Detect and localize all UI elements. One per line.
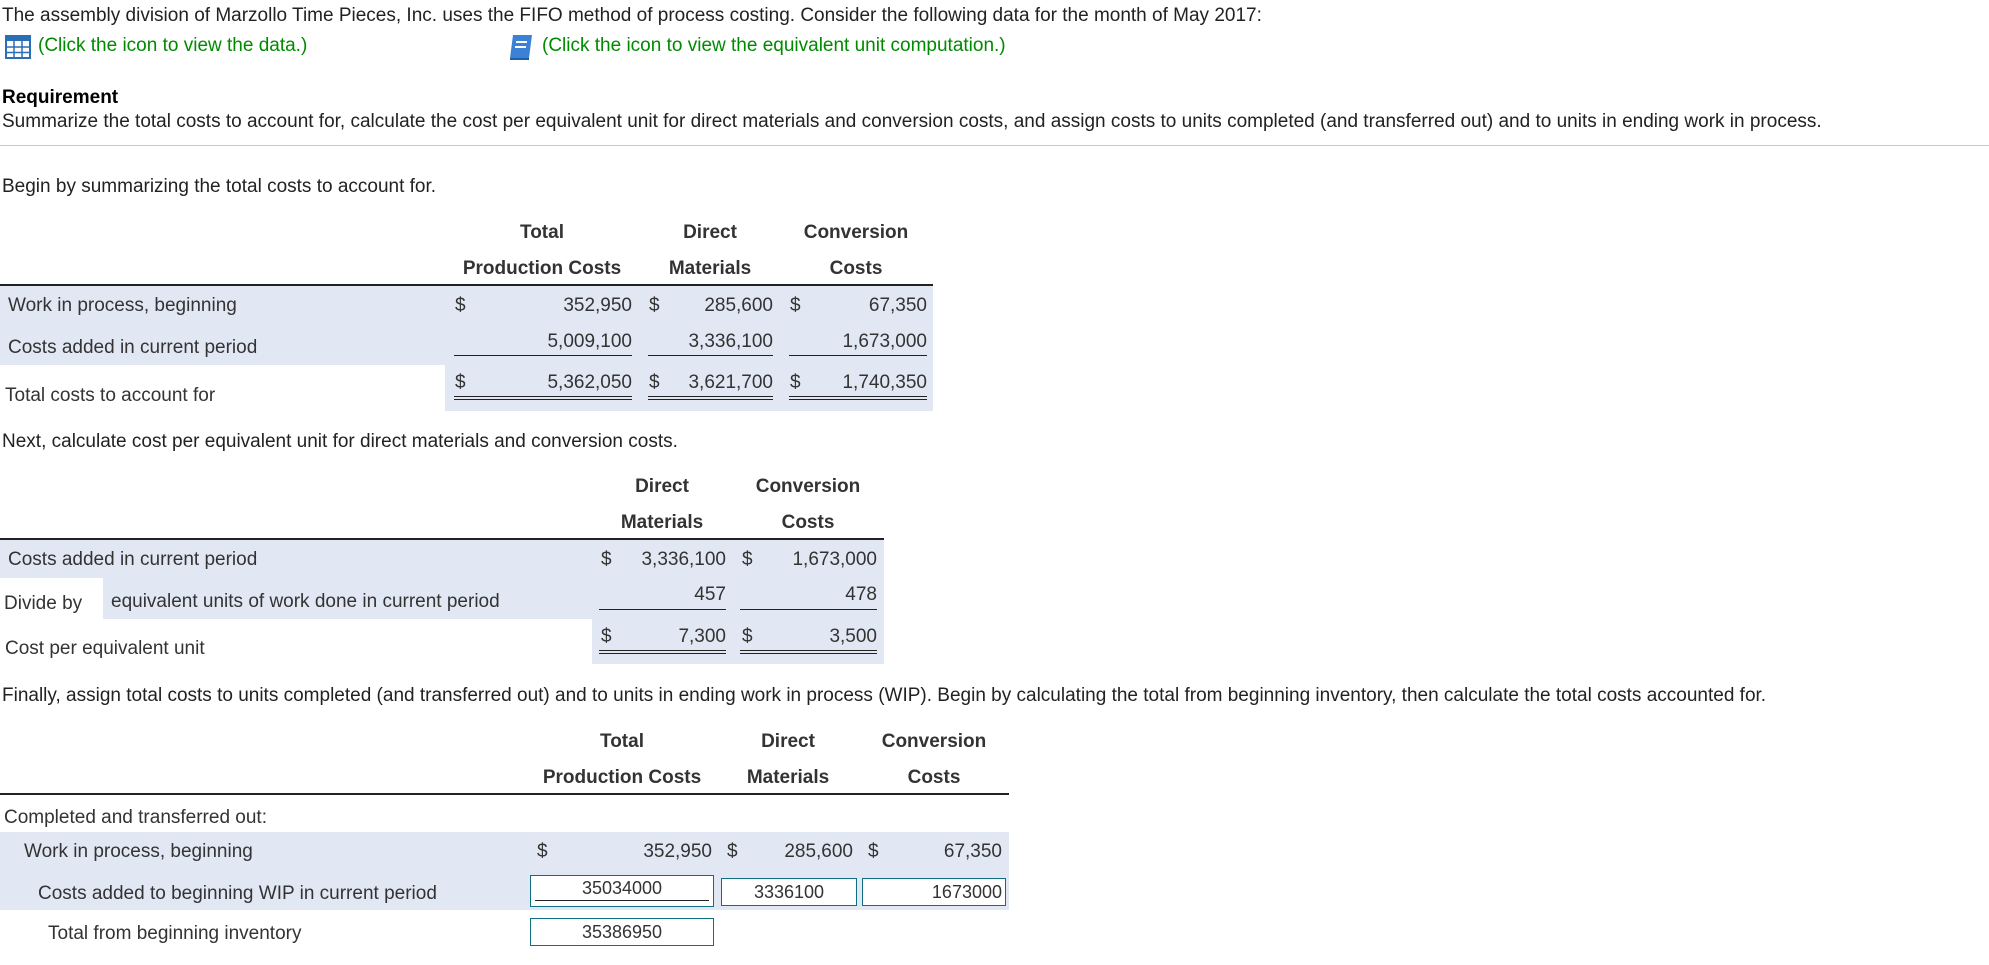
s1-underline-total (454, 355, 632, 356)
s3-total-beginning-input[interactable]: 35386950 (530, 918, 714, 946)
requirement-heading: Requirement (2, 87, 119, 108)
s2-eu-dm: 457 (694, 584, 726, 605)
s2-dbl-underline-dm-a (599, 650, 726, 651)
s1-added-total: 5,009,100 (547, 331, 632, 352)
section-divider (0, 145, 1989, 146)
s1-dbl-underline-total-a (454, 396, 632, 397)
s2-costs-added-dm: 3,336,100 (641, 549, 726, 570)
s2-dbl-underline-dm-b (599, 653, 726, 654)
s1-dbl-underline-total-b (454, 399, 632, 400)
s3-wip-total: 352,950 (643, 841, 712, 862)
s3-header-dm-1: Direct (761, 731, 815, 752)
s1-underline-cc (789, 355, 927, 356)
requirement-text: Summarize the total costs to account for… (2, 111, 1822, 132)
s3-costs-added-total-input[interactable]: 35034000 (530, 875, 714, 907)
s2-header-cc-1: Conversion (755, 476, 861, 497)
s2-dbl-underline-cc-a (740, 650, 877, 651)
s2-eu-cc: 478 (845, 584, 877, 605)
s3-currency: $ (727, 841, 738, 862)
s2-costs-added-label: Costs added in current period (8, 549, 258, 570)
s2-header-dm-2: Materials (620, 512, 704, 533)
s3-currency: $ (868, 841, 879, 862)
s3-costs-added-dm-input[interactable]: 3336100 (721, 878, 857, 906)
s3-group-label: Completed and transferred out: (4, 807, 267, 828)
table-grid-icon (5, 35, 31, 59)
s1-currency: $ (649, 372, 660, 393)
problem-intro: The assembly division of Marzollo Time P… (2, 5, 1262, 26)
s3-header-total-1: Total (600, 731, 644, 752)
s1-total-dm: 3,621,700 (688, 372, 773, 393)
s2-divide-by-label: Divide by (4, 593, 83, 614)
s2-cost-per-eu-label: Cost per equivalent unit (5, 638, 205, 659)
s1-dbl-underline-dm-b (648, 399, 773, 400)
s3-currency: $ (537, 841, 548, 862)
s1-header-dm-1: Direct (683, 222, 737, 243)
s1-wip-total: 352,950 (563, 295, 632, 316)
s1-wip-dm: 285,600 (704, 295, 773, 316)
s1-header-total-1: Total (520, 222, 564, 243)
s1-underline-dm (648, 355, 773, 356)
s1-dbl-underline-dm-a (648, 396, 773, 397)
s2-dbl-underline-cc-b (740, 653, 877, 654)
s1-header-dm-2: Materials (668, 258, 752, 279)
section2-intro: Next, calculate cost per equivalent unit… (2, 431, 678, 452)
s1-dbl-underline-cc-b (789, 399, 927, 400)
s1-wip-cc: 67,350 (868, 295, 927, 316)
s1-row-total-label: Total costs to account for (5, 385, 216, 406)
s1-header-cc-1: Conversion (803, 222, 909, 243)
section3-intro: Finally, assign total costs to units com… (2, 685, 1767, 706)
s2-currency: $ (742, 549, 753, 570)
s3-wip-beginning-label: Work in process, beginning (24, 841, 253, 862)
s3-header-cc-2: Costs (907, 767, 961, 788)
s2-costs-added-cc: 1,673,000 (792, 549, 877, 570)
notebook-icon (510, 35, 532, 60)
s2-cost-per-eu-cc: 3,500 (829, 626, 877, 647)
s3-wip-dm: 285,600 (784, 841, 853, 862)
view-data-text[interactable]: (Click the icon to view the data.) (38, 35, 307, 57)
s3-wip-cc: 67,350 (943, 841, 1002, 862)
s2-underline-dm (599, 609, 726, 610)
s3-header-total-2: Production Costs (542, 767, 702, 788)
s3-costs-added-label: Costs added to beginning WIP in current … (38, 883, 437, 904)
s2-header-dm-1: Direct (635, 476, 689, 497)
s1-header-cc-2: Costs (829, 258, 883, 279)
s1-currency: $ (455, 295, 466, 316)
s3-header-dm-2: Materials (746, 767, 830, 788)
s1-row-costs-added-label: Costs added in current period (8, 337, 258, 358)
s1-row-wip-beginning-label: Work in process, beginning (8, 295, 237, 316)
s1-currency: $ (649, 295, 660, 316)
s3-costs-added-total-value: 35034000 (535, 876, 709, 901)
s1-currency: $ (455, 372, 466, 393)
s2-underline-cc (740, 609, 877, 610)
s3-costs-added-cc-input[interactable]: 1673000 (862, 878, 1006, 906)
s3-header-cc-1: Conversion (881, 731, 987, 752)
s1-added-cc: 1,673,000 (842, 331, 927, 352)
s1-added-dm: 3,336,100 (688, 331, 773, 352)
s2-currency: $ (601, 626, 612, 647)
section1-intro: Begin by summarizing the total costs to … (2, 176, 437, 197)
s2-header-cc-2: Costs (781, 512, 835, 533)
s3-total-beginning-label: Total from beginning inventory (48, 923, 302, 944)
s1-total-total: 5,362,050 (547, 372, 632, 393)
s1-dbl-underline-cc-a (789, 396, 927, 397)
s2-currency: $ (601, 549, 612, 570)
s3-header-rule (0, 793, 1009, 795)
s2-equivalent-units-label: equivalent units of work done in current… (111, 591, 500, 612)
s2-currency: $ (742, 626, 753, 647)
s1-header-total-2: Production Costs (462, 258, 622, 279)
s1-total-cc: 1,740,350 (842, 372, 927, 393)
s2-cost-per-eu-dm: 7,300 (678, 626, 726, 647)
view-equivalent-units-text[interactable]: (Click the icon to view the equivalent u… (542, 35, 1006, 57)
s1-currency: $ (790, 295, 801, 316)
s1-currency: $ (790, 372, 801, 393)
